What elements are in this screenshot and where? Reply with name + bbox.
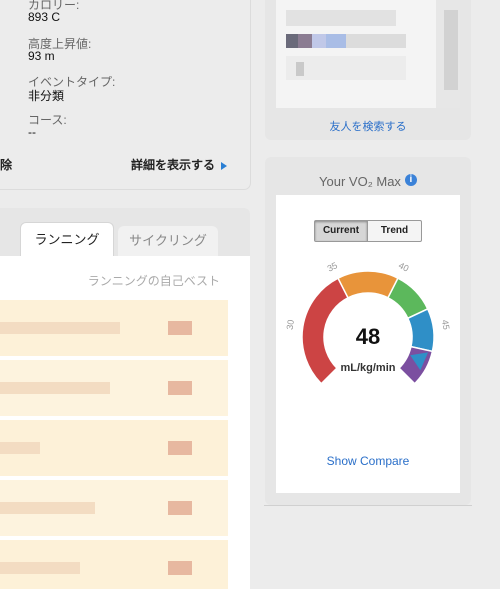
record-row-tag — [168, 501, 192, 515]
records-body: ランニングの自己ベスト — [0, 256, 250, 589]
record-row-blur — [0, 322, 120, 334]
vo2-value: 48 — [356, 324, 380, 349]
friends-avatars-blurred — [276, 0, 460, 108]
show-compare-link[interactable]: Show Compare — [276, 454, 460, 468]
friends-card: 友人を検索する — [265, 0, 471, 140]
gauge-tick-label: 30 — [285, 319, 296, 330]
record-row[interactable] — [0, 480, 228, 536]
activity-summary-card: カロリー: 893 C 高度上昇値: 93 m イベントタイプ: 非分類 コース… — [0, 0, 250, 189]
trend-toggle-button[interactable]: Trend — [368, 221, 421, 241]
calories-value: 893 C — [28, 10, 61, 24]
info-icon[interactable]: i — [404, 174, 417, 186]
view-details-link[interactable]: 詳細を表示する — [131, 156, 228, 173]
records-title: ランニングの自己ベスト — [87, 274, 220, 288]
record-row-tag — [168, 321, 192, 335]
find-friends-link[interactable]: 友人を検索する — [265, 118, 471, 134]
arrow-right-icon — [221, 161, 228, 170]
gauge-segment — [337, 270, 399, 299]
course-value: -- — [28, 125, 36, 139]
record-row-blur — [0, 562, 80, 574]
record-row-blur — [0, 442, 40, 454]
vo2-max-card: Your VO₂ Maxi Current Trend 253035404550… — [265, 157, 471, 505]
elevation-value: 93 m — [28, 49, 55, 63]
current-toggle-button[interactable]: Current — [315, 221, 368, 241]
record-row-tag — [168, 441, 192, 455]
record-row-blur — [0, 502, 95, 514]
vo2-unit: mL/kg/min — [340, 362, 395, 374]
vo2-gauge: 253035404550 48 mL/kg/min — [285, 260, 451, 385]
personal-records-panel: ランニング サイクリング ランニングの自己ベスト — [0, 208, 250, 589]
record-row[interactable] — [0, 540, 228, 589]
record-row-tag — [168, 381, 192, 395]
record-row[interactable] — [0, 300, 228, 356]
tab-running[interactable]: ランニング — [20, 222, 114, 257]
gauge-tick-label: 35 — [326, 260, 339, 273]
vo2-inner-panel: Current Trend 253035404550 48 mL/kg/min … — [276, 195, 460, 493]
gauge-tick-label: 40 — [397, 260, 410, 273]
view-toggle: Current Trend — [314, 220, 422, 242]
record-row[interactable] — [0, 360, 228, 416]
gauge-segment — [398, 345, 434, 385]
event-type-value: 非分類 — [28, 89, 65, 103]
view-details-label: 詳細を表示する — [131, 158, 216, 172]
record-row[interactable] — [0, 420, 228, 476]
vo2-title-text: Your VO₂ Max — [319, 174, 401, 189]
gauge-tick-label: 45 — [440, 319, 451, 330]
tab-cycling[interactable]: サイクリング — [118, 226, 218, 256]
divider — [264, 505, 472, 506]
record-row-blur — [0, 382, 110, 394]
record-row-tag — [168, 561, 192, 575]
delete-link[interactable]: 除 — [0, 156, 12, 173]
vo2-title: Your VO₂ Max i — [265, 174, 471, 189]
